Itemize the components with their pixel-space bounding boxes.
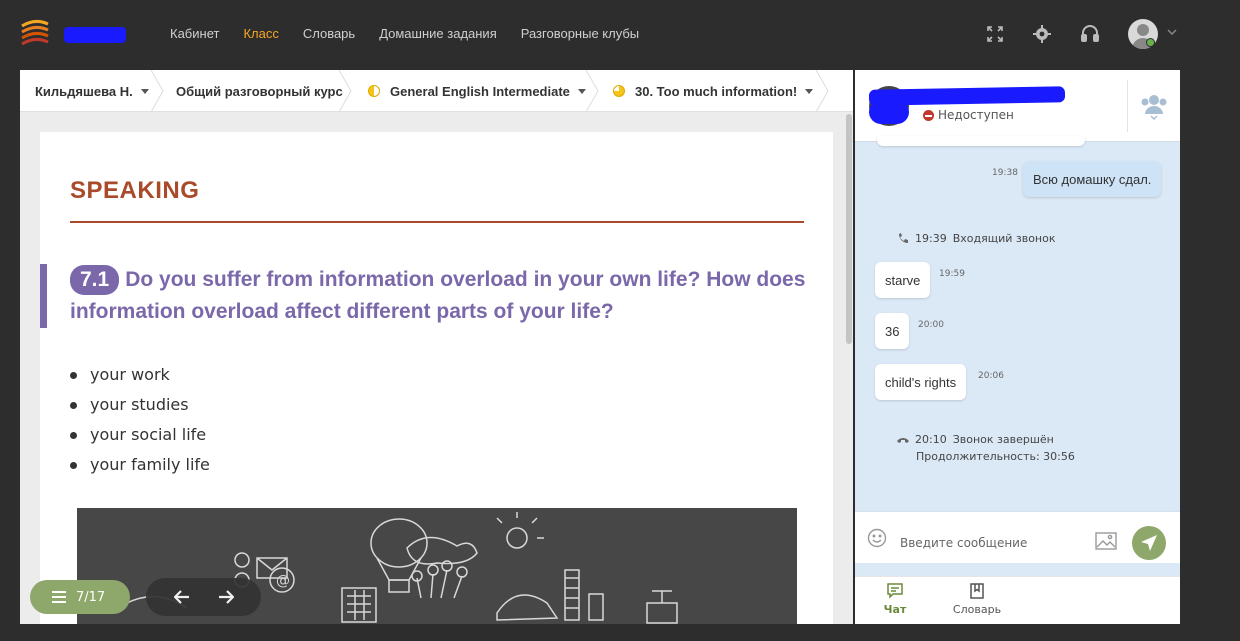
message-time: 19:38 (992, 168, 1018, 178)
image-icon[interactable] (1095, 532, 1117, 550)
emoji-icon[interactable] (867, 528, 887, 548)
send-button[interactable] (1132, 526, 1166, 560)
message-time: 20:00 (918, 320, 944, 330)
chevron-right-icon (815, 70, 829, 112)
scrollbar[interactable] (846, 114, 852, 344)
chat-panel: Недоступен 19:38 Всю домашку сдал. 19:39… (855, 70, 1180, 624)
send-icon (1141, 535, 1157, 551)
breadcrumb-student[interactable]: Кильдяшева Н. (35, 70, 149, 112)
page-counter-button[interactable]: 7/17 (30, 580, 130, 614)
tab-dictionary-label: Словарь (952, 603, 1002, 616)
breadcrumb-level-label: General English Intermediate (390, 83, 570, 99)
breadcrumb-student-label: Кильдяшева Н. (35, 83, 133, 99)
nav-item-clubs[interactable]: Разговорные клубы (521, 26, 639, 41)
incoming-call-event: 19:39 Входящий звонок (897, 232, 1056, 245)
message-bubble: child's rights (875, 364, 967, 400)
fullscreen-icon[interactable] (983, 22, 1007, 46)
bullet-list: your work your studies your social life … (70, 360, 210, 480)
call-ended-label: Звонок завершён (952, 433, 1054, 446)
call-duration: Продолжительность: 30:56 (916, 450, 1075, 463)
svg-text:@: @ (276, 573, 290, 589)
breadcrumb-level[interactable]: General English Intermediate (368, 70, 586, 112)
breadcrumb-lesson[interactable]: 30. Too much information! (613, 70, 814, 112)
breadcrumb: Кильдяшева Н. Общий разговорный курс Gen… (20, 70, 853, 112)
chat-icon (887, 583, 903, 599)
book-icon (970, 583, 984, 599)
list-item: your social life (70, 420, 210, 450)
tab-dictionary[interactable]: Словарь (947, 583, 1007, 616)
incoming-call-icon (899, 232, 908, 243)
breadcrumb-lesson-label: 30. Too much information! (635, 83, 798, 99)
call-duration-label: Продолжительность: (916, 450, 1040, 463)
message-time: 20:06 (978, 371, 1004, 381)
section-title: SPEAKING (70, 177, 200, 204)
nav-item-dictionary[interactable]: Словарь (303, 26, 355, 41)
main-nav: Кабинет Класс Словарь Домашние задания Р… (170, 26, 639, 41)
list-item: your work (70, 360, 210, 390)
list-item: your studies (70, 390, 210, 420)
logo-redaction (64, 27, 126, 43)
breadcrumb-course[interactable]: Общий разговорный курс (176, 70, 343, 112)
online-status-dot (1146, 38, 1155, 47)
question-accent-bar (40, 264, 47, 328)
question-text: Do you suffer from information overload … (70, 268, 806, 323)
nav-item-homework[interactable]: Домашние задания (379, 26, 497, 41)
chat-tabs: Чат Словарь (855, 576, 1180, 624)
header-divider (1127, 80, 1128, 132)
arrow-right-icon[interactable] (218, 590, 234, 604)
bottom-strip (0, 630, 1240, 641)
message-bubble: 36 (875, 313, 910, 349)
headset-icon[interactable] (1078, 22, 1102, 46)
top-bar: Кабинет Класс Словарь Домашние задания Р… (0, 0, 1240, 68)
contact-status: Недоступен (923, 108, 1014, 122)
call-duration-value: 30:56 (1043, 450, 1075, 463)
list-item: your family life (70, 450, 210, 480)
message-bubble: starve (875, 262, 931, 298)
unavailable-icon (923, 109, 934, 121)
lesson-panel: Кильдяшева Н. Общий разговорный курс Gen… (20, 70, 853, 624)
question-number: 7.1 (70, 265, 120, 295)
section-divider (70, 221, 804, 223)
nav-item-class[interactable]: Класс (243, 26, 278, 41)
tab-chat[interactable]: Чат (865, 583, 925, 616)
lesson-progress-icon (613, 85, 625, 97)
breadcrumb-course-label: Общий разговорный курс (176, 83, 343, 99)
group-icon[interactable] (1139, 92, 1169, 120)
message-time: 19:59 (939, 269, 965, 279)
message-input[interactable]: Введите сообщение (900, 536, 1027, 550)
contact-status-label: Недоступен (938, 108, 1014, 122)
incoming-call-label: Входящий звонок (952, 232, 1056, 245)
contact-avatar-redaction (869, 100, 909, 124)
chevron-right-icon (338, 70, 352, 112)
chat-header: Недоступен (855, 70, 1180, 142)
level-progress-icon (368, 85, 380, 97)
question: 7.1 Do you suffer from information overlo… (70, 264, 810, 328)
page-counter: 7/17 (76, 589, 106, 605)
message-bubble: Всю домашку сдал. (1023, 161, 1162, 197)
incoming-call-time: 19:39 (915, 232, 947, 245)
caret-down-icon (140, 88, 149, 94)
call-ended-time: 20:10 (915, 433, 947, 446)
lesson-page: SPEAKING 7.1 Do you suffer from informati… (40, 132, 833, 624)
nav-item-cabinet[interactable]: Кабинет (170, 26, 219, 41)
hangup-icon (897, 437, 909, 443)
caret-down-icon (805, 88, 814, 94)
chevron-right-icon (585, 70, 599, 112)
list-icon (52, 591, 66, 603)
gear-icon[interactable] (1030, 22, 1054, 46)
message-composer: Введите сообщение (855, 511, 1180, 563)
chevron-right-icon (150, 70, 164, 112)
tab-chat-label: Чат (883, 603, 907, 616)
logo-icon[interactable] (20, 18, 50, 48)
page-navigation (146, 578, 261, 616)
message-bubble-partial (877, 136, 1085, 146)
call-ended-event: 20:10 Звонок завершён (897, 433, 1054, 446)
arrow-left-icon[interactable] (173, 590, 190, 604)
chevron-down-icon[interactable] (1167, 28, 1177, 36)
